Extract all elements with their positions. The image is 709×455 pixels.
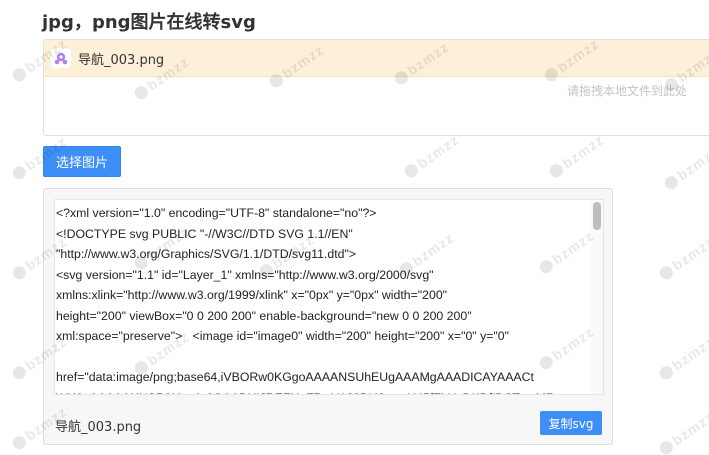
result-file-name: 导航_003.png [55, 420, 142, 435]
watermark: bzmzz [656, 333, 709, 382]
uploaded-file-name: 导航_003.png [78, 52, 165, 68]
drop-hint: 请拖拽本地文件到此处 [566, 84, 687, 98]
uploaded-file-item: 导航_003.png [44, 40, 709, 77]
result-panel: <?xml version="1.0" encoding="UTF-8" sta… [43, 188, 613, 445]
page-title: jpg，png图片在线转svg [42, 12, 256, 33]
upload-drop-zone[interactable]: 导航_003.png 请拖拽本地文件到此处 [43, 39, 709, 136]
image-file-icon [51, 48, 71, 68]
watermark: bzmzz [401, 131, 462, 180]
watermark: bzmzz [546, 131, 607, 180]
svg-code-text: <?xml version="1.0" encoding="UTF-8" sta… [56, 206, 555, 394]
watermark: bzmzz [656, 408, 709, 455]
watermark: bzmzz [661, 143, 709, 192]
code-scrollbar[interactable] [591, 200, 603, 394]
svg-code-output[interactable]: <?xml version="1.0" encoding="UTF-8" sta… [54, 199, 604, 395]
watermark: bzmzz [656, 233, 709, 282]
code-scrollbar-thumb[interactable] [593, 202, 601, 230]
select-image-button[interactable]: 选择图片 [43, 146, 121, 177]
copy-svg-button[interactable]: 复制svg [540, 411, 602, 435]
